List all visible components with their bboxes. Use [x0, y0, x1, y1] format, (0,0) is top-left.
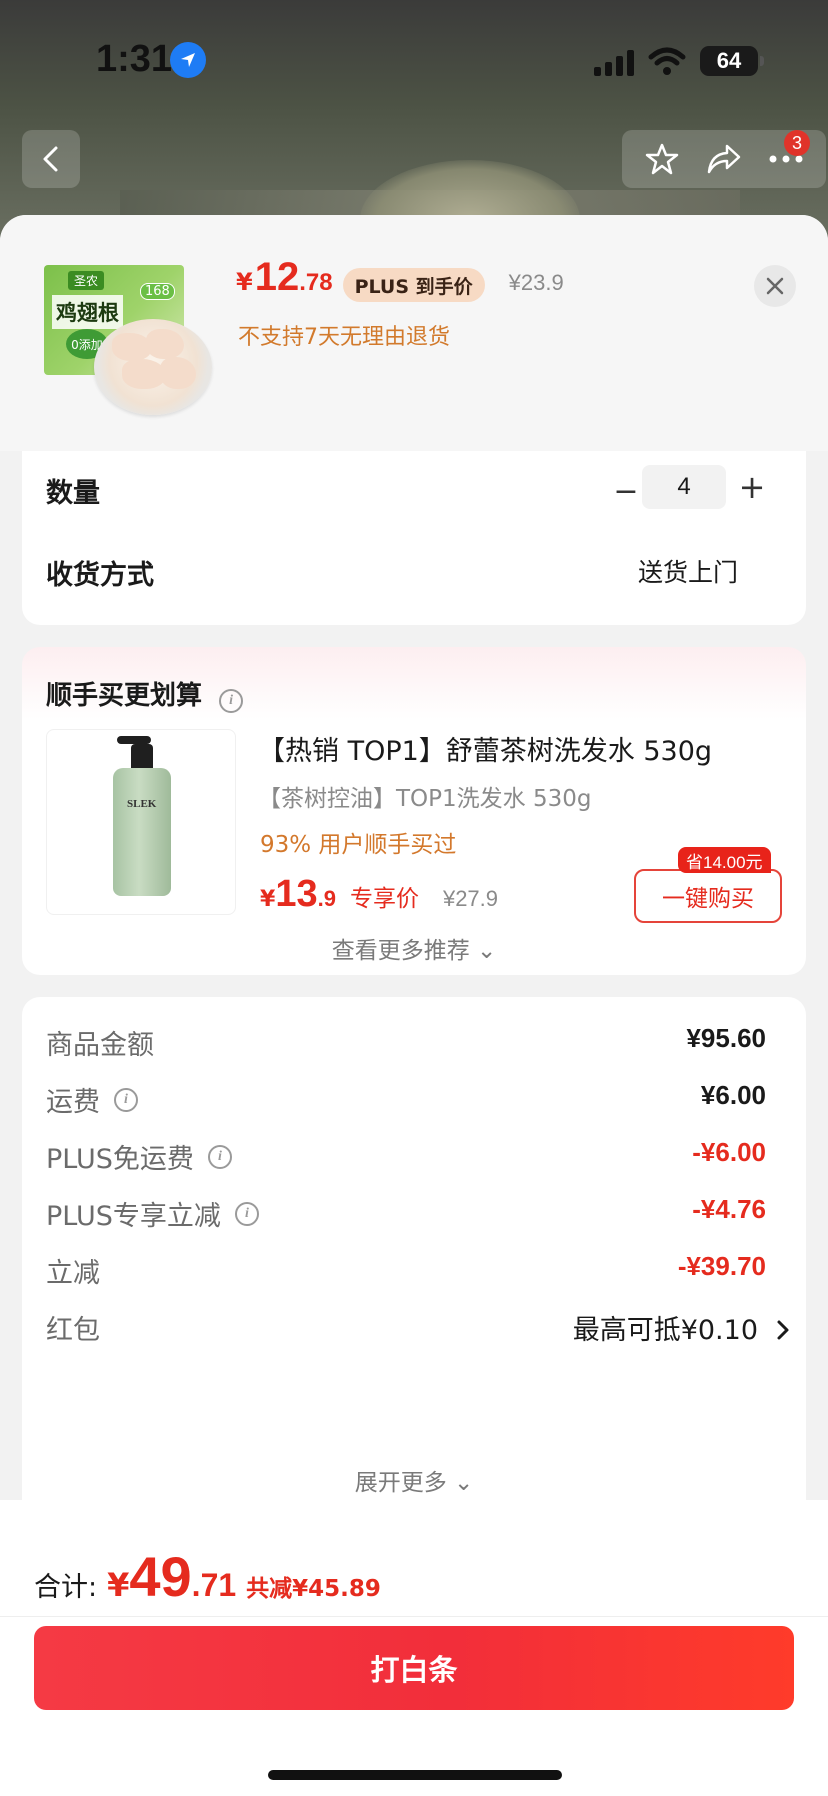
- total-integer: 49: [129, 1545, 192, 1608]
- chevron-right-icon: [777, 1320, 789, 1340]
- price-row-plus-free-shipping: PLUS免运费 i -¥6.00: [46, 1137, 766, 1177]
- cellular-signal-icon: [594, 50, 634, 76]
- price-row-instant-discount: 立减 -¥39.70: [46, 1251, 766, 1291]
- red-packet-label: 红包: [46, 1315, 100, 1346]
- recommended-product-name[interactable]: 【热销 TOP1】舒蕾茶树洗发水 530g: [258, 729, 712, 768]
- plus-price-badge: PLUS 到手价: [342, 268, 485, 302]
- options-card: 数量 − 4 + 收货方式 送货上门: [22, 451, 806, 625]
- red-packet-value-text: 最高可抵¥0.10: [572, 1315, 758, 1346]
- price-row-goods: 商品金额 ¥95.60: [46, 1023, 766, 1063]
- recommended-price-decimal: .9: [317, 886, 336, 911]
- price-detail-card: 商品金额 ¥95.60 运费 i ¥6.00 PLUS免运费 i -¥6.00 …: [22, 997, 806, 1557]
- one-click-buy-button[interactable]: 一键购买: [634, 869, 782, 923]
- home-indicator: [268, 1770, 562, 1780]
- plus-free-shipping-value: -¥6.00: [692, 1137, 766, 1167]
- recommendation-card: 顺手买更划算 i SLEK 【热销 TOP1】舒蕾茶树洗发水 530g 【茶树控…: [22, 647, 806, 975]
- price-decimal: .78: [299, 269, 333, 296]
- expand-more-button[interactable]: 展开更多 ⌄: [22, 1463, 806, 1497]
- package-name: 鸡翅根: [52, 295, 123, 329]
- sheet-header: 圣农 鸡翅根 0添加 168 ¥ 12 .78 PLUS 到手价 ¥23.9 不…: [0, 215, 828, 451]
- price-row-red-packet[interactable]: 红包 最高可抵¥0.10: [46, 1308, 790, 1348]
- product-plate: [94, 319, 212, 415]
- goods-amount-label: 商品金额: [46, 1030, 154, 1061]
- savings-badge: 省14.00元: [678, 847, 771, 873]
- recommended-price-row: ¥ 13 .9 专享价 ¥27.9: [260, 873, 498, 916]
- product-thumbnail: 圣农 鸡翅根 0添加 168: [42, 265, 212, 415]
- checkout-bar: 合计: ¥ 49 .71 共减¥45.89 打白条: [0, 1500, 828, 1796]
- purchase-sheet: 圣农 鸡翅根 0添加 168 ¥ 12 .78 PLUS 到手价 ¥23.9 不…: [0, 215, 828, 1796]
- total-label: 合计:: [34, 1572, 98, 1603]
- recommendation-title: 顺手买更划算 i: [46, 675, 244, 713]
- status-bar: 1:31 64: [0, 0, 828, 120]
- original-price: ¥23.9: [508, 270, 564, 295]
- view-more-recommendations[interactable]: 查看更多推荐 ⌄: [22, 931, 806, 965]
- total-currency: ¥: [107, 1566, 130, 1604]
- price-row-shipping: 运费 i ¥6.00: [46, 1080, 766, 1120]
- notification-badge: 3: [784, 130, 810, 156]
- wifi-icon: [648, 47, 686, 75]
- status-time: 1:31: [96, 38, 173, 80]
- recommended-product-hot-note: 93% 用户顺手买过: [260, 832, 457, 858]
- total-decimal: .71: [191, 1567, 237, 1603]
- recommendation-title-text: 顺手买更划算: [46, 681, 203, 711]
- quantity-increment-button[interactable]: +: [732, 467, 772, 507]
- share-icon[interactable]: [705, 142, 743, 176]
- red-packet-value[interactable]: 最高可抵¥0.10: [573, 1308, 790, 1347]
- close-icon: [766, 277, 784, 295]
- pay-with-baitiao-button[interactable]: 打白条: [34, 1626, 794, 1710]
- instant-discount-label: 立减: [46, 1258, 100, 1289]
- location-arrow-icon: [170, 42, 206, 78]
- recommended-product-subtitle: 【茶树控油】TOP1洗发水 530g: [258, 786, 592, 812]
- price-currency: ¥: [236, 268, 253, 296]
- product-price-row: ¥ 12 .78 PLUS 到手价 ¥23.9: [236, 255, 564, 315]
- divider: [0, 1616, 828, 1617]
- plus-discount-value: -¥4.76: [692, 1194, 766, 1224]
- recommended-price-integer: 13: [275, 873, 318, 915]
- delivery-label: 收货方式: [46, 560, 154, 591]
- total-row: 合计: ¥ 49 .71 共减¥45.89: [34, 1544, 381, 1609]
- quantity-decrement-button[interactable]: −: [606, 471, 646, 511]
- instant-discount-value: -¥39.70: [677, 1251, 766, 1281]
- chevron-left-icon: [43, 146, 58, 172]
- delivery-method-value[interactable]: 送货上门: [638, 553, 738, 589]
- info-icon[interactable]: i: [207, 1144, 232, 1169]
- recommended-original-price: ¥27.9: [442, 886, 499, 911]
- return-policy-note: 不支持7天无理由退货: [238, 325, 450, 350]
- recommended-price-currency: ¥: [260, 887, 276, 912]
- exclusive-price-tag: 专享价: [349, 886, 419, 912]
- package-badge: 168: [140, 283, 175, 300]
- info-icon[interactable]: i: [114, 1087, 138, 1112]
- close-button[interactable]: [754, 265, 796, 307]
- info-icon[interactable]: i: [234, 1201, 259, 1226]
- shipping-label: 运费: [46, 1087, 100, 1118]
- plus-discount-label: PLUS专享立减: [46, 1201, 221, 1232]
- package-brand: 圣农: [68, 271, 105, 290]
- battery-icon: 64: [700, 46, 764, 76]
- goods-amount-value: ¥95.60: [686, 1023, 766, 1053]
- price-row-plus-discount: PLUS专享立减 i -¥4.76: [46, 1194, 766, 1234]
- back-button[interactable]: [22, 130, 80, 188]
- total-savings: 共减¥45.89: [246, 1576, 381, 1602]
- star-icon[interactable]: [644, 141, 680, 177]
- plus-free-shipping-label: PLUS免运费: [46, 1144, 194, 1175]
- quantity-input[interactable]: 4: [642, 465, 726, 509]
- bottle-label: SLEK: [127, 798, 157, 810]
- price-integer: 12: [254, 255, 300, 299]
- quantity-label: 数量: [46, 478, 100, 509]
- recommended-product-image[interactable]: SLEK: [46, 729, 236, 915]
- shampoo-bottle: [113, 768, 171, 896]
- info-icon[interactable]: i: [219, 689, 244, 713]
- shipping-value: ¥6.00: [700, 1080, 766, 1110]
